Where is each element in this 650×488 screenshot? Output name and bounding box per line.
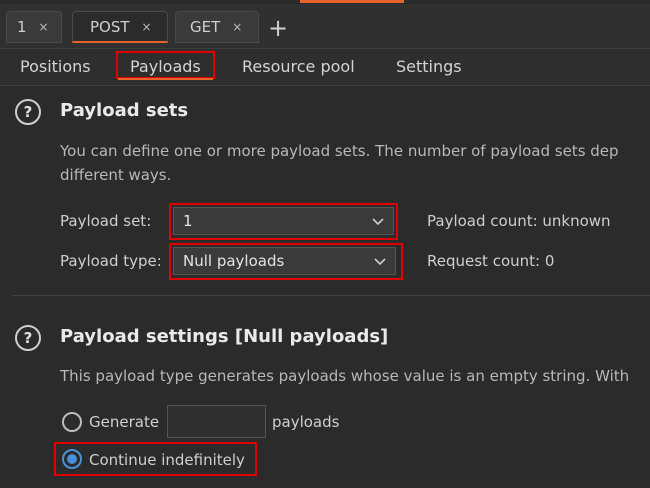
payload-set-label: Payload set: <box>60 212 152 230</box>
tab-settings[interactable]: Settings <box>396 57 462 76</box>
chevron-down-icon <box>374 258 386 266</box>
intruder-subtabs: Positions Payloads Resource pool Setting… <box>0 49 650 86</box>
tab-1[interactable]: 1 × <box>6 11 62 43</box>
help-icon[interactable]: ? <box>15 99 41 125</box>
help-icon[interactable]: ? <box>15 325 41 351</box>
active-window-indicator <box>300 0 404 3</box>
payload-count: Payload count: unknown <box>427 212 611 230</box>
tab-resource-pool[interactable]: Resource pool <box>242 57 355 76</box>
chevron-down-icon <box>372 218 384 226</box>
payload-sets-title: Payload sets <box>60 100 189 121</box>
tab-label: GET <box>190 18 221 36</box>
payload-set-select[interactable]: 1 <box>173 207 394 235</box>
tab-post[interactable]: POST × <box>72 11 168 43</box>
close-icon[interactable]: × <box>39 20 49 34</box>
payload-type-value: Null payloads <box>183 252 285 270</box>
payload-settings-description: This payload type generates payloads who… <box>60 367 630 385</box>
request-tab-strip: 1 × POST × GET × + <box>0 4 650 49</box>
tab-get[interactable]: GET × <box>175 11 259 43</box>
section-divider <box>12 295 650 296</box>
tab-positions[interactable]: Positions <box>20 57 91 76</box>
request-count: Request count: 0 <box>427 252 555 270</box>
generate-radio[interactable] <box>62 412 82 432</box>
payload-type-label: Payload type: <box>60 252 162 270</box>
payload-sets-description: You can define one or more payload sets.… <box>60 142 619 160</box>
payload-set-value: 1 <box>183 212 193 230</box>
payload-type-select[interactable]: Null payloads <box>173 247 396 275</box>
payloads-suffix-label: payloads <box>272 413 340 431</box>
payload-settings-title: Payload settings [Null payloads] <box>60 326 389 347</box>
continue-indefinitely-label: Continue indefinitely <box>89 451 245 469</box>
continue-indefinitely-radio[interactable] <box>62 449 82 469</box>
tab-label: 1 <box>17 18 27 36</box>
generate-label: Generate <box>89 413 160 431</box>
payload-sets-description-cont: different ways. <box>60 166 172 184</box>
tab-payloads[interactable]: Payloads <box>116 51 215 80</box>
tab-label: POST <box>90 17 130 36</box>
close-icon[interactable]: × <box>232 20 242 34</box>
generate-count-input[interactable] <box>167 405 266 438</box>
add-tab-icon[interactable]: + <box>268 16 288 40</box>
close-icon[interactable]: × <box>142 20 152 34</box>
